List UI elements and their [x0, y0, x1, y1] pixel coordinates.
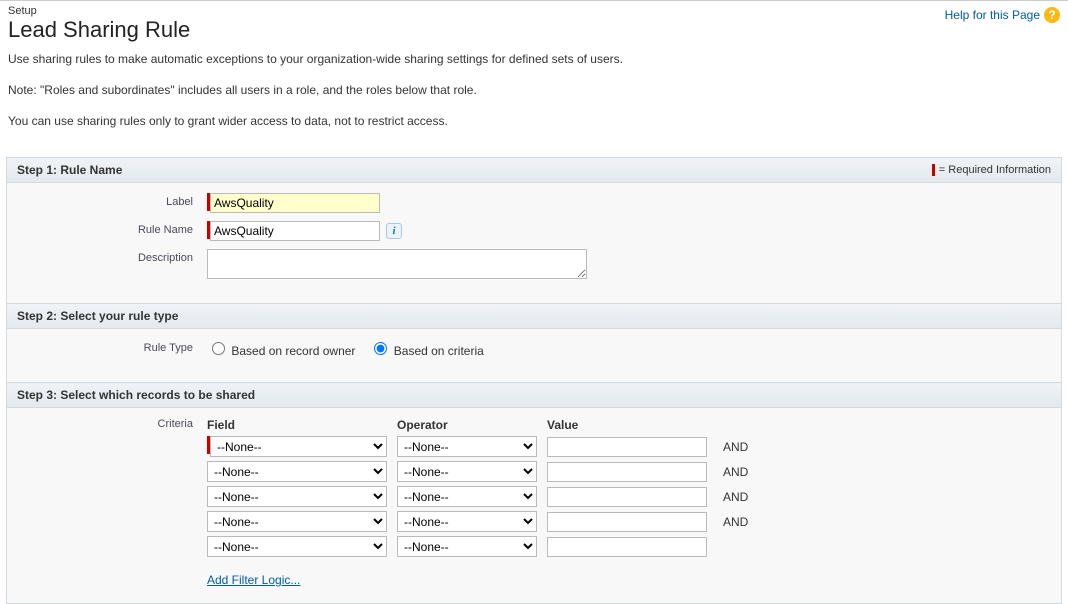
- radio-criteria-label[interactable]: Based on criteria: [369, 339, 483, 358]
- criteria-operator-select[interactable]: --None--: [397, 436, 537, 457]
- criteria-value-input[interactable]: [547, 487, 707, 507]
- page-title: Lead Sharing Rule: [8, 17, 945, 43]
- intro-p2: Note: "Roles and subordinates" includes …: [8, 82, 1060, 99]
- step3-title: Step 3: Select which records to be share…: [17, 388, 255, 402]
- step2-title: Step 2: Select your rule type: [17, 309, 178, 323]
- criteria-value-input[interactable]: [547, 537, 707, 557]
- criteria-operator-select[interactable]: --None--: [397, 536, 537, 557]
- step3-header: Step 3: Select which records to be share…: [7, 382, 1061, 408]
- description-textarea[interactable]: [207, 249, 587, 279]
- help-link[interactable]: Help for this Page ?: [945, 5, 1060, 23]
- step2-body: Rule Type Based on record owner Based on…: [7, 329, 1061, 382]
- criteria-and-text: AND: [717, 490, 757, 504]
- step1-header: Step 1: Rule Name = Required Information: [7, 158, 1061, 183]
- step1-body: Label Rule Name i Description: [7, 183, 1061, 303]
- criteria-field-select[interactable]: --None--: [207, 461, 387, 482]
- help-link-text: Help for this Page: [945, 8, 1040, 22]
- criteria-value-input[interactable]: [547, 462, 707, 482]
- criteria-and-text: AND: [717, 515, 757, 529]
- criteria-and-text: AND: [717, 465, 757, 479]
- criteria-and-text: AND: [717, 440, 757, 454]
- criteria-header-value: Value: [547, 418, 707, 432]
- add-filter-logic-link[interactable]: Add Filter Logic...: [207, 573, 300, 587]
- criteria-field-select[interactable]: --None--: [210, 436, 387, 457]
- rule-type-label: Rule Type: [17, 339, 207, 354]
- label-label: Label: [17, 193, 207, 208]
- criteria-row: --None-- --None-- AND: [207, 511, 757, 532]
- criteria-operator-select[interactable]: --None--: [397, 511, 537, 532]
- criteria-label: Criteria: [17, 418, 207, 587]
- step1-title: Step 1: Rule Name: [17, 163, 122, 177]
- description-label: Description: [17, 249, 207, 264]
- required-info-legend: = Required Information: [932, 164, 1051, 176]
- radio-criteria-text: Based on criteria: [394, 344, 484, 358]
- radio-owner-label[interactable]: Based on record owner: [207, 339, 355, 358]
- radio-owner[interactable]: [212, 342, 225, 355]
- label-input[interactable]: [210, 193, 380, 213]
- criteria-header-operator: Operator: [397, 418, 537, 432]
- radio-criteria[interactable]: [374, 342, 387, 355]
- rule-name-label: Rule Name: [17, 221, 207, 236]
- help-icon: ?: [1044, 7, 1060, 23]
- criteria-value-input[interactable]: [547, 512, 707, 532]
- criteria-row: --None-- --None-- AND: [207, 461, 757, 482]
- step2-header: Step 2: Select your rule type: [7, 303, 1061, 329]
- criteria-row: --None-- --None-- AND: [207, 486, 757, 507]
- rule-name-input[interactable]: [210, 221, 380, 241]
- intro-p3: You can use sharing rules only to grant …: [8, 113, 1060, 130]
- radio-owner-text: Based on record owner: [231, 344, 355, 358]
- breadcrumb-setup: Setup: [8, 5, 945, 17]
- criteria-field-select[interactable]: --None--: [207, 511, 387, 532]
- info-icon[interactable]: i: [386, 223, 402, 239]
- criteria-row: --None-- --None--: [207, 536, 757, 557]
- criteria-value-input[interactable]: [547, 437, 707, 457]
- criteria-operator-select[interactable]: --None--: [397, 461, 537, 482]
- step3-body: Criteria Field Operator Value --None----…: [7, 408, 1061, 603]
- required-bar-icon: [932, 164, 935, 176]
- criteria-row: --None-- --None-- AND: [207, 436, 757, 457]
- criteria-field-select[interactable]: --None--: [207, 486, 387, 507]
- wizard-container: Step 1: Rule Name = Required Information…: [6, 157, 1062, 604]
- intro-p1: Use sharing rules to make automatic exce…: [8, 51, 1060, 68]
- criteria-header-field: Field: [207, 418, 387, 432]
- criteria-field-select[interactable]: --None--: [207, 536, 387, 557]
- criteria-operator-select[interactable]: --None--: [397, 486, 537, 507]
